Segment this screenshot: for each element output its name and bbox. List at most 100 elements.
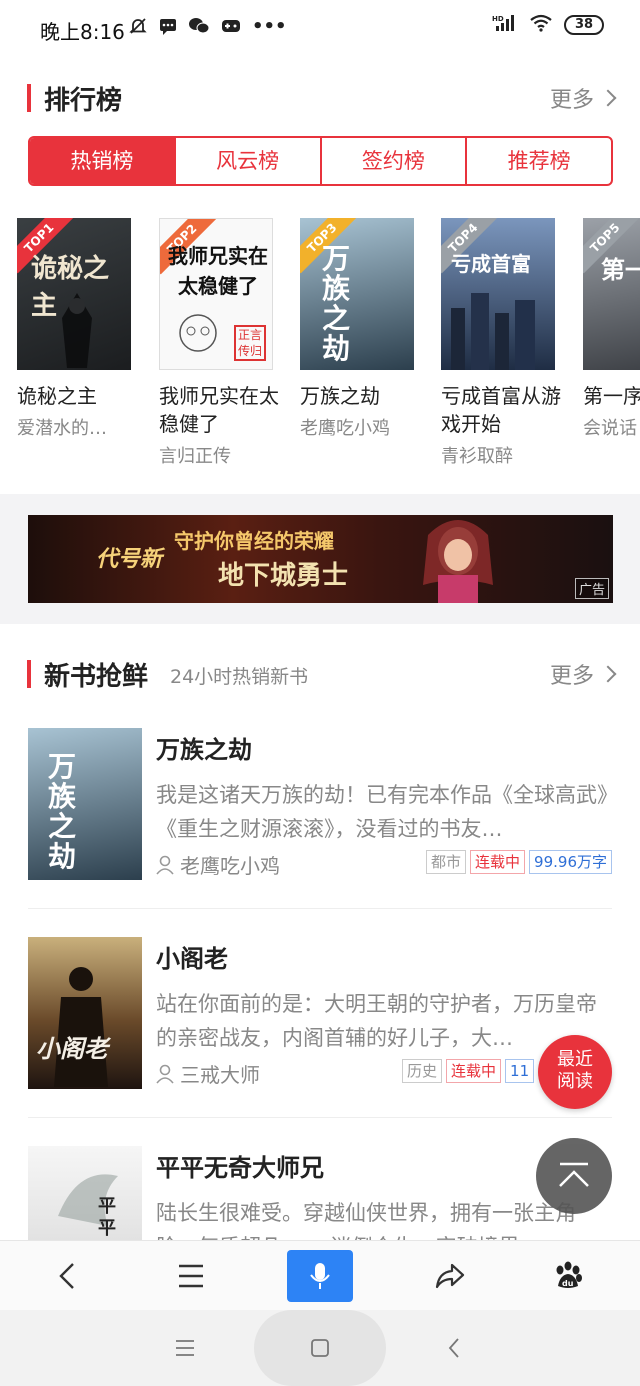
new-book-item-1[interactable]: 万族之劫 万族之劫 我是这诸天万族的劫！已有完本作品《全球高武》《重生之财源滚滚… <box>28 728 612 888</box>
back-button[interactable] <box>38 1251 98 1301</box>
book-title: 亏成首富从游戏开始 <box>441 384 561 436</box>
new-books-subtitle: 24小时热销新书 <box>170 666 309 688</box>
cover-figure <box>451 293 535 370</box>
cover-seal: 正言 传归 <box>234 325 266 361</box>
tab-hot-sales[interactable]: 热销榜 <box>30 138 176 184</box>
cover-figure <box>179 314 217 352</box>
cover-figure <box>54 967 108 1087</box>
book-cover: TOP4 亏成首富 <box>441 218 555 370</box>
book-meta: 老鹰吃小鸡 都市 连载中 99.96万字 <box>156 850 612 878</box>
book-title: 诡秘之主 <box>17 384 97 408</box>
chevron-left-icon <box>59 1263 74 1289</box>
baidu-button[interactable]: du <box>538 1251 598 1301</box>
ad-label: 广告 <box>574 578 609 599</box>
cover-title: 小阁老 <box>36 1035 108 1063</box>
system-nav-bar <box>0 1310 640 1386</box>
more-icon: ••• <box>252 16 287 37</box>
ranking-book-3[interactable]: TOP3 万族之劫 万族之劫 老鹰吃小鸡 <box>300 218 430 440</box>
ranking-header: 排行榜 更多 <box>0 76 640 116</box>
tab-signed[interactable]: 签约榜 <box>322 138 468 184</box>
ranking-book-5[interactable]: TOP5 第一 第一序 会说话 <box>583 218 640 440</box>
recent-label-1: 最近 <box>557 1049 593 1070</box>
svg-text:HD: HD <box>492 15 504 23</box>
recent-label-2: 阅读 <box>557 1071 593 1092</box>
menu-button[interactable] <box>161 1251 221 1301</box>
ad-game-title: 地下城勇士 <box>218 561 349 591</box>
ranking-title: 排行榜 <box>44 86 123 116</box>
wifi-icon <box>530 14 552 36</box>
voice-search-button[interactable] <box>287 1250 353 1302</box>
baidu-paw-icon: du <box>556 1261 582 1288</box>
list-divider <box>28 908 612 909</box>
share-button[interactable] <box>420 1251 480 1301</box>
book-cover: 小阁老 <box>28 937 142 1089</box>
ranking-more-link[interactable]: 更多 <box>549 82 617 114</box>
book-cover: 万族之劫 <box>28 728 142 880</box>
genre-tag: 都市 <box>426 850 467 874</box>
status-bar: 晚上8:16 ••• HD 38 <box>0 0 640 58</box>
chevron-right-icon <box>599 665 617 683</box>
new-books-header: 新书抢鲜 24小时热销新书 更多 <box>0 652 640 692</box>
wordcount-tag: 99.96万字 <box>529 850 612 874</box>
ranking-book-1[interactable]: TOP1 诡秘之主 诡秘之主 爱潜水的… <box>17 218 147 440</box>
new-books-more-link[interactable]: 更多 <box>549 658 617 690</box>
svg-text:du: du <box>562 1279 574 1288</box>
book-author: 老鹰吃小鸡 <box>300 418 390 439</box>
ranking-book-2[interactable]: TOP2 我师兄实在太稳健了 正言 传归 我师兄实在太稳健了 言归正传 <box>159 218 289 468</box>
nav-menu-button[interactable] <box>174 1338 196 1362</box>
nav-back-button[interactable] <box>446 1336 462 1364</box>
share-icon <box>435 1263 465 1289</box>
menu-icon <box>179 1264 203 1288</box>
more-label: 更多 <box>549 664 594 689</box>
nav-back-icon <box>448 1338 459 1358</box>
book-description: 我是这诸天万族的劫！已有完本作品《全球高武》《重生之财源滚滚》，没看过的书友… <box>156 783 608 841</box>
mute-bell-icon <box>128 16 148 41</box>
list-divider <box>28 1117 612 1118</box>
tab-trending[interactable]: 风云榜 <box>176 138 322 184</box>
book-title: 平平无奇大师兄 <box>156 1154 324 1182</box>
book-author: 爱潜水的… <box>17 418 107 439</box>
book-description: 站在你面前的是：大明王朝的守护者，万历皇帝的亲密战友，内阁首辅的好儿子，大… <box>156 992 597 1050</box>
author-name: 老鹰吃小鸡 <box>180 854 280 878</box>
genre-tag: 历史 <box>402 1059 443 1083</box>
user-icon <box>156 1064 174 1084</box>
chevron-right-icon <box>599 89 617 107</box>
book-title: 小阁老 <box>156 945 228 973</box>
status-right: HD 38 <box>492 14 604 36</box>
ad-banner[interactable]: 代号新 守护你曾经的荣耀 地下城勇士 广告 <box>28 515 613 603</box>
book-title: 我师兄实在太稳健了 <box>159 384 279 436</box>
status-icons: ••• <box>128 16 287 41</box>
book-cover: TOP1 诡秘之主 <box>17 218 131 370</box>
ad-slogan: 守护你曾经的荣耀 <box>174 529 334 553</box>
book-author: 言归正传 <box>159 446 231 467</box>
wechat-icon <box>188 16 210 41</box>
cover-title: 平平 <box>98 1196 116 1239</box>
book-author: 三戒大师 <box>156 1059 260 1088</box>
book-tags: 都市 连载中 99.96万字 <box>426 850 612 874</box>
nav-home-icon <box>311 1339 329 1357</box>
ranking-book-4[interactable]: TOP4 亏成首富 亏成首富从游戏开始 青衫取醉 <box>441 218 571 468</box>
book-title: 第一序 <box>583 384 640 408</box>
cover-title: 亏成首富 <box>451 252 531 276</box>
status-tag: 连载中 <box>446 1059 502 1083</box>
section-accent-bar <box>27 660 31 688</box>
ranking-book-row: TOP1 诡秘之主 诡秘之主 爱潜水的… TOP2 我师兄实在太稳健了 正言 传归… <box>17 218 640 478</box>
book-title: 万族之劫 <box>300 384 380 408</box>
user-icon <box>156 855 174 875</box>
book-tags: 历史 连载中 11 <box>402 1059 535 1083</box>
book-author: 老鹰吃小鸡 <box>156 850 280 879</box>
back-to-top-button[interactable] <box>536 1138 612 1214</box>
new-books-title: 新书抢鲜 <box>44 662 149 692</box>
book-author: 会说话 <box>583 418 637 439</box>
more-label: 更多 <box>549 88 594 113</box>
browser-toolbar: du <box>0 1240 640 1310</box>
cover-figure <box>62 293 92 368</box>
arrow-up-icon <box>559 1162 589 1187</box>
recent-reading-button[interactable]: 最近 阅读 <box>538 1035 612 1109</box>
ad-brand: 代号新 <box>96 547 163 572</box>
nav-home-button[interactable] <box>309 1337 331 1363</box>
status-tag: 连载中 <box>470 850 526 874</box>
new-book-item-2[interactable]: 小阁老 小阁老 站在你面前的是：大明王朝的守护者，万历皇帝的亲密战友，内阁首辅的… <box>28 937 612 1097</box>
game-icon <box>220 16 242 41</box>
tab-recommended[interactable]: 推荐榜 <box>467 138 611 184</box>
